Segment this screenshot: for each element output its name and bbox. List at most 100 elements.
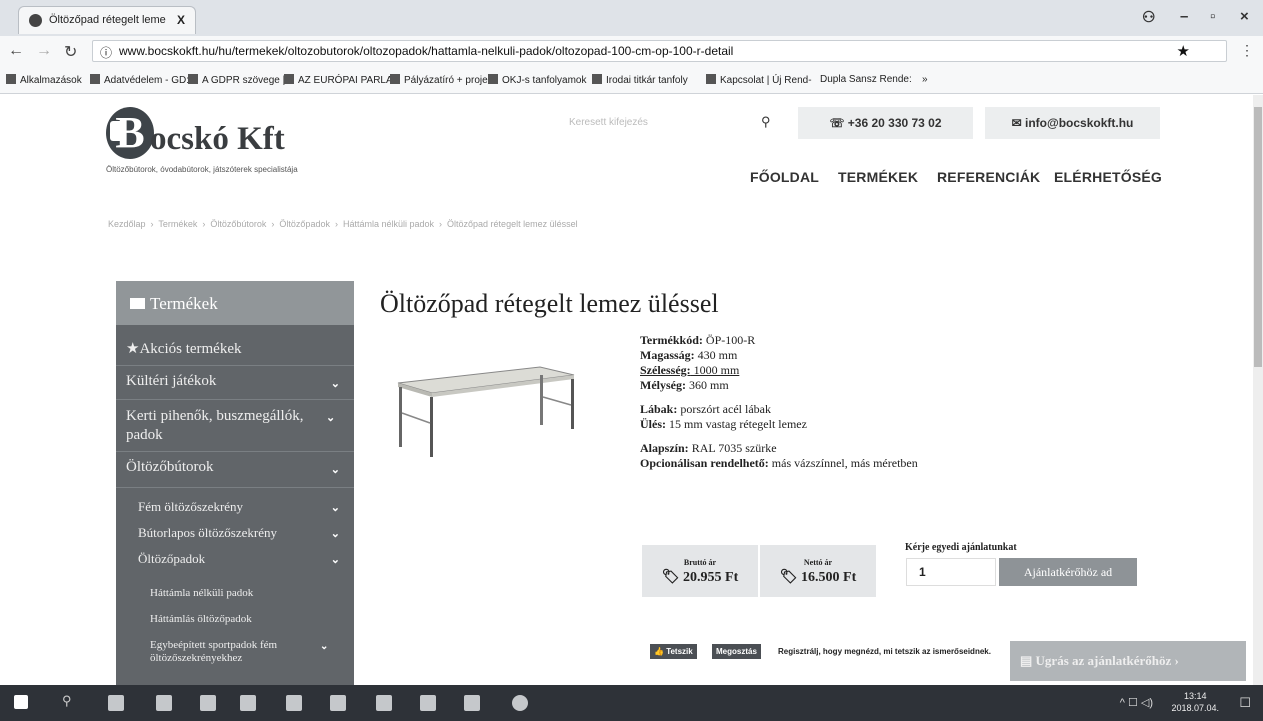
start-icon[interactable] bbox=[14, 695, 28, 709]
spec-width: Szélesség: 1000 mm bbox=[640, 363, 740, 377]
minimize-button[interactable]: – bbox=[1180, 8, 1188, 25]
store-icon[interactable] bbox=[240, 695, 256, 711]
chevron-down-icon[interactable]: ⌄ bbox=[326, 411, 335, 424]
share-button[interactable]: Megosztás bbox=[712, 644, 761, 659]
divider bbox=[116, 399, 354, 400]
divider bbox=[116, 451, 354, 452]
sidebar-title: Termékek bbox=[116, 281, 354, 325]
bookmark-item[interactable]: AZ EURÓPAI PARLA bbox=[284, 74, 393, 86]
bookmark-item[interactable]: Kapcsolat | Új Rend- bbox=[706, 74, 812, 86]
notification-icon[interactable]: ☐ bbox=[1239, 695, 1251, 711]
web-page: B ocskó Kft Öltözőbútorok, óvodabútorok,… bbox=[0, 95, 1253, 685]
reload-icon[interactable]: ↻ bbox=[64, 42, 77, 62]
nav-products[interactable]: TERMÉKEK bbox=[838, 169, 918, 185]
chevron-down-icon[interactable]: ⌄ bbox=[331, 377, 340, 390]
task-view-icon[interactable] bbox=[108, 695, 124, 711]
breadcrumb: Kezdőlap › Termékek › Öltözőbútorok › Öl… bbox=[108, 219, 578, 229]
url-input[interactable]: ⓘ www.bocskokft.hu/hu/termekek/oltozobut… bbox=[92, 40, 1227, 62]
chevron-down-icon[interactable]: ⌄ bbox=[331, 553, 340, 566]
search-placeholder: Keresett kifejezés bbox=[569, 117, 648, 128]
scrollbar-thumb[interactable] bbox=[1254, 107, 1262, 367]
close-window-button[interactable]: × bbox=[1240, 8, 1249, 25]
divider bbox=[116, 365, 354, 366]
chevron-down-icon[interactable]: ⌄ bbox=[331, 501, 340, 514]
list-icon: ▤ bbox=[1020, 653, 1036, 668]
product-specs: Termékkód: ÖP-100-R Magasság: 430 mm Szé… bbox=[640, 333, 918, 471]
spec-height: Magasság: 430 mm bbox=[640, 348, 738, 362]
sidebar-item-outdoor-games[interactable]: Kültéri játékok ⌄ bbox=[116, 373, 354, 390]
browser-tab[interactable]: Öltözőpad rétegelt leme X bbox=[18, 6, 196, 34]
nav-contact[interactable]: ELÉRHETŐSÉG bbox=[1054, 169, 1162, 185]
social-text: Regisztrálj, hogy megnézd, mi tetszik az… bbox=[778, 647, 991, 656]
bookmark-icon bbox=[488, 74, 498, 84]
page-scrollbar[interactable] bbox=[1253, 95, 1263, 685]
bookmark-item[interactable]: Dupla Sansz Rende: bbox=[820, 74, 912, 85]
bookmark-star-icon[interactable]: ★ bbox=[1177, 42, 1190, 60]
mail-icon[interactable] bbox=[330, 695, 346, 711]
maximize-button[interactable]: ▫ bbox=[1210, 8, 1215, 25]
chevron-down-icon[interactable]: ⌄ bbox=[331, 527, 340, 540]
sidebar-item-sale[interactable]: ★Akciós termékek bbox=[116, 339, 354, 358]
skype-icon[interactable] bbox=[286, 695, 302, 711]
sidebar-item-board-lockers[interactable]: Bútorlapos öltözőszekrény ⌄ bbox=[116, 525, 354, 541]
search-icon[interactable]: ⚲ bbox=[761, 114, 771, 130]
chrome-icon[interactable] bbox=[512, 695, 528, 711]
breadcrumb-item[interactable]: Öltözőpadok bbox=[279, 219, 330, 229]
search-icon[interactable]: ⚲ bbox=[62, 693, 78, 709]
menu-kebab-icon[interactable]: ⋮ bbox=[1240, 42, 1254, 59]
breadcrumb-item[interactable]: Háttámla nélküli padok bbox=[343, 219, 434, 229]
search-input[interactable]: Keresett kifejezés ⚲ bbox=[565, 109, 775, 137]
quantity-input[interactable]: 1 bbox=[906, 558, 996, 586]
net-price-box: Nettó ár 🏷 16.500 Ft bbox=[760, 545, 876, 597]
bookmark-item[interactable]: Irodai titkár tanfoly bbox=[592, 74, 688, 86]
info-icon[interactable]: ⓘ bbox=[100, 44, 112, 61]
page-icon bbox=[284, 74, 294, 84]
bookmark-item[interactable]: Adatvédelem - GD: bbox=[90, 74, 189, 86]
like-button[interactable]: 👍 Tetszik bbox=[650, 644, 697, 659]
bookmark-apps[interactable]: Alkalmazások bbox=[6, 74, 82, 86]
excel-icon[interactable] bbox=[376, 695, 392, 711]
file-explorer-icon[interactable] bbox=[200, 695, 216, 711]
breadcrumb-current: Öltözőpad rétegelt lemez üléssel bbox=[447, 219, 578, 229]
phone-button[interactable]: ☏ +36 20 330 73 02 bbox=[798, 107, 973, 139]
sidebar-item-benches[interactable]: Öltözőpadok ⌄ bbox=[116, 551, 354, 567]
app-icon[interactable] bbox=[464, 695, 480, 711]
bookmark-item[interactable]: Pályázatíró + proje bbox=[390, 74, 488, 86]
breadcrumb-item[interactable]: Kezdőlap bbox=[108, 219, 146, 229]
spec-optional: Opcionálisan rendelhető: más vázszínnel,… bbox=[640, 456, 918, 470]
sidebar-item-sport-benches[interactable]: Egybeépített sportpadok fém öltözőszekré… bbox=[116, 639, 306, 665]
product-category-sidebar: Termékek ★Akciós termékek Kültéri játéko… bbox=[116, 281, 354, 685]
forward-arrow-icon[interactable]: → bbox=[36, 42, 52, 60]
sidebar-item-no-backrest[interactable]: Háttámla nélküli padok bbox=[116, 587, 354, 599]
tab-close-icon[interactable]: X bbox=[177, 13, 185, 27]
back-arrow-icon[interactable]: ← bbox=[8, 42, 24, 60]
chevron-down-icon[interactable]: ⌄ bbox=[320, 641, 328, 652]
bookmark-item[interactable]: A GDPR szövege | A bbox=[188, 74, 294, 86]
product-image[interactable] bbox=[390, 353, 580, 463]
app-icon[interactable] bbox=[420, 695, 436, 711]
bookmark-icon bbox=[188, 74, 198, 84]
gross-price-box: Bruttó ár 🏷 20.955 Ft bbox=[642, 545, 758, 597]
favicon-icon bbox=[29, 14, 42, 27]
sidebar-item-metal-lockers[interactable]: Fém öltözőszekrény ⌄ bbox=[116, 499, 354, 515]
add-to-quote-button[interactable]: Ajánlatkérőhöz ad bbox=[999, 558, 1137, 586]
sidebar-item-with-backrest[interactable]: Háttámlás öltözőpadok bbox=[116, 613, 354, 625]
jump-to-quote-button[interactable]: ▤ Ugrás az ajánlatkérőhöz › bbox=[1010, 641, 1246, 681]
spec-depth: Mélység: 360 mm bbox=[640, 378, 729, 392]
tray-icons[interactable]: ^ ☐ ◁) bbox=[1120, 696, 1153, 709]
nav-home[interactable]: FŐOLDAL bbox=[750, 169, 819, 185]
bookmark-item[interactable]: OKJ-s tanfolyamok bbox=[488, 74, 586, 86]
breadcrumb-item[interactable]: Termékek bbox=[158, 219, 197, 229]
breadcrumb-item[interactable]: Öltözőbútorok bbox=[210, 219, 266, 229]
email-button[interactable]: ✉ info@bocskokft.hu bbox=[985, 107, 1160, 139]
sidebar-item-garden-benches[interactable]: Kerti pihenők, buszmegállók, padok bbox=[116, 407, 326, 445]
account-icon[interactable]: ⚇ bbox=[1142, 8, 1155, 26]
sidebar-item-locker-furniture[interactable]: Öltözőbútorok ⌄ bbox=[116, 459, 354, 476]
edge-icon[interactable] bbox=[156, 695, 172, 711]
list-icon bbox=[130, 298, 145, 309]
taskbar-clock[interactable]: 13:14 2018.07.04. bbox=[1171, 690, 1219, 714]
bookmarks-overflow[interactable]: » bbox=[922, 74, 928, 85]
site-logo[interactable]: B ocskó Kft Öltözőbútorok, óvodabútorok,… bbox=[100, 107, 340, 174]
nav-references[interactable]: REFERENCIÁK bbox=[937, 169, 1040, 185]
chevron-down-icon[interactable]: ⌄ bbox=[331, 463, 340, 476]
